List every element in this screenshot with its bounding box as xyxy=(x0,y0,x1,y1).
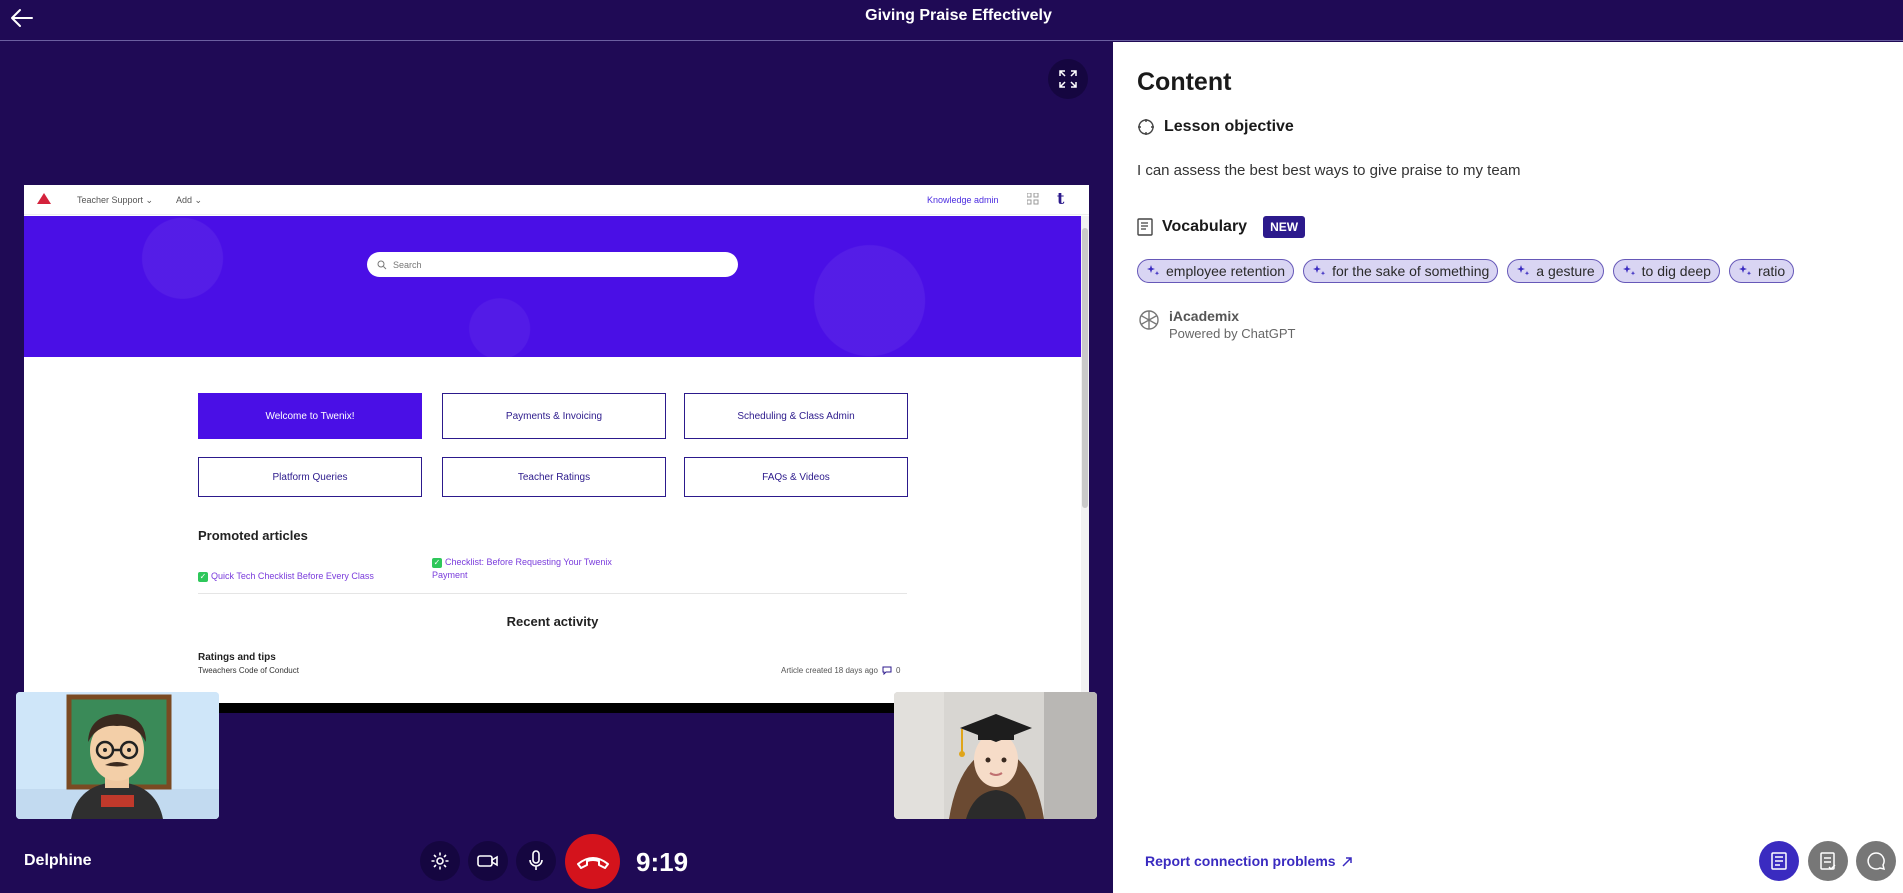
check-icon: ✓ xyxy=(432,558,442,568)
notes-icon xyxy=(1771,852,1787,870)
category-payments[interactable]: Payments & Invoicing xyxy=(442,393,666,439)
phone-hangup-icon xyxy=(576,856,609,869)
knowledge-admin-link[interactable]: Knowledge admin xyxy=(927,195,999,205)
content-tab-button[interactable] xyxy=(1759,841,1799,881)
tasks-tab-button[interactable] xyxy=(1808,841,1848,881)
new-badge: NEW xyxy=(1263,216,1306,238)
settings-icon xyxy=(431,852,449,870)
twenix-avatar-icon[interactable]: t xyxy=(1057,189,1064,208)
vocabulary-chip[interactable]: for the sake of something xyxy=(1303,259,1499,283)
sparkle-icon xyxy=(1622,265,1635,276)
hangup-button[interactable] xyxy=(565,834,620,889)
kb-hero-banner: Search xyxy=(24,216,1081,357)
chat-icon xyxy=(1867,852,1886,871)
search-icon xyxy=(377,260,387,269)
student-avatar xyxy=(894,692,1097,819)
ai-name: iAcademix xyxy=(1169,308,1240,324)
chat-tab-button[interactable] xyxy=(1856,841,1896,881)
category-welcome[interactable]: Welcome to Twenix! xyxy=(198,393,422,439)
call-timer: 9:19 xyxy=(636,847,689,877)
fullscreen-button[interactable] xyxy=(1048,59,1088,99)
divider xyxy=(198,593,907,594)
participant-name: Delphine xyxy=(24,852,92,869)
vocabulary-list: employee retention for the sake of somet… xyxy=(1137,259,1795,283)
vocabulary-chip[interactable]: employee retention xyxy=(1137,259,1295,283)
sparkle-icon xyxy=(1313,265,1326,276)
settings-button[interactable] xyxy=(420,841,460,881)
fullscreen-icon xyxy=(1059,70,1077,88)
lesson-objective-text: I can assess the best best ways to give … xyxy=(1137,162,1521,179)
checklist-icon xyxy=(1820,852,1836,870)
category-teacher-ratings[interactable]: Teacher Ratings xyxy=(442,457,666,497)
camera-button[interactable] xyxy=(468,841,508,881)
category-scheduling[interactable]: Scheduling & Class Admin xyxy=(684,393,908,439)
comment-icon xyxy=(882,666,892,675)
apps-grid-icon[interactable] xyxy=(1027,193,1039,205)
target-icon xyxy=(1138,119,1154,135)
nav-add[interactable]: Add ⌄ xyxy=(176,195,202,206)
vocabulary-chip[interactable]: a gesture xyxy=(1507,259,1604,283)
category-faqs[interactable]: FAQs & Videos xyxy=(684,457,908,497)
recent-article-link[interactable]: Tweachers Code of Conduct xyxy=(198,666,299,675)
nav-teacher-support[interactable]: Teacher Support ⌄ xyxy=(77,195,153,206)
promoted-article-link[interactable]: ✓ Checklist: Before Requesting Your Tweni… xyxy=(432,556,622,582)
kb-scrollbar[interactable] xyxy=(1081,216,1089,703)
recent-activity-heading: Recent activity xyxy=(506,614,599,629)
vocabulary-chip[interactable]: ratio xyxy=(1728,259,1795,283)
check-icon: ✓ xyxy=(198,572,208,582)
vocabulary-heading: Vocabulary NEW xyxy=(1137,216,1306,238)
panel-title: Content xyxy=(1137,68,1232,96)
recent-article-meta: Article created 18 days ago 0 xyxy=(781,666,901,675)
camera-icon xyxy=(477,855,498,867)
vocabulary-chip[interactable]: to dig deep xyxy=(1612,259,1720,283)
shared-screen: Teacher Support ⌄ Add ⌄ Knowledge admin … xyxy=(24,185,1089,713)
microphone-icon xyxy=(529,850,543,870)
category-platform-queries[interactable]: Platform Queries xyxy=(198,457,422,497)
external-link-icon xyxy=(1342,856,1352,867)
openai-logo-icon xyxy=(1139,310,1159,330)
ai-powered-by: Powered by ChatGPT xyxy=(1169,326,1296,341)
recent-section-link[interactable]: Ratings and tips xyxy=(198,652,276,663)
promoted-articles-heading: Promoted articles xyxy=(198,528,308,543)
book-icon xyxy=(1137,218,1153,236)
kb-logo-icon xyxy=(37,193,51,204)
lesson-objective-heading: Lesson objective xyxy=(1137,118,1294,136)
sparkle-icon xyxy=(1738,265,1752,276)
microphone-button[interactable] xyxy=(516,841,556,881)
promoted-article-link[interactable]: ✓ Quick Tech Checklist Before Every Class xyxy=(198,570,374,583)
kb-search-input[interactable]: Search xyxy=(367,252,738,277)
student-video-tile xyxy=(894,692,1097,819)
content-panel: Content Lesson objective I can assess th… xyxy=(1113,42,1903,893)
kb-navbar: Teacher Support ⌄ Add ⌄ Knowledge admin … xyxy=(24,185,1089,215)
sparkle-icon xyxy=(1517,265,1530,276)
ai-attribution: iAcademix Powered by ChatGPT xyxy=(1137,308,1295,341)
report-connection-link[interactable]: Report connection problems xyxy=(1145,853,1354,869)
teacher-avatar xyxy=(16,692,219,819)
sparkle-icon xyxy=(1147,265,1160,276)
lesson-title: Giving Praise Effectively xyxy=(865,7,1052,24)
teacher-video-tile xyxy=(16,692,219,819)
top-bar: Giving Praise Effectively xyxy=(0,0,1903,41)
